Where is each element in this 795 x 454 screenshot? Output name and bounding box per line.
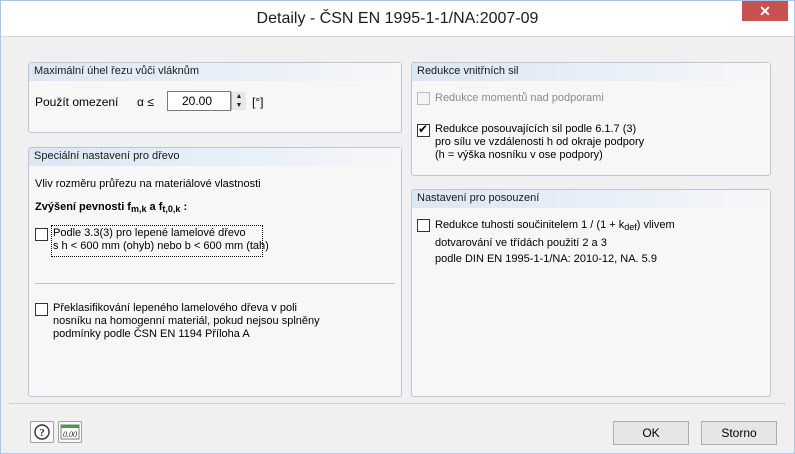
spin-up-icon[interactable]: ▲ [232, 92, 246, 101]
svg-text:0.00: 0.00 [63, 430, 77, 439]
angle-limit-input[interactable]: 20.00 [167, 91, 231, 111]
spin-down-icon[interactable]: ▼ [232, 101, 246, 110]
stiffness-reduction-label[interactable]: Redukce tuhosti součinitelem 1 / (1 + kd… [435, 217, 675, 267]
strength-increase-label: Zvýšení pevnosti fm,k a ft,0,k : [35, 201, 188, 214]
angle-limit-value: 20.00 [181, 94, 212, 108]
moment-reduction-checkbox[interactable] [417, 92, 430, 105]
shear-reduction-checkbox[interactable] [417, 122, 430, 137]
glulam-size-label[interactable]: Podle 3.3(3) pro lepené lamelové dřevo s… [53, 227, 269, 253]
close-button[interactable]: ✕ [742, 1, 788, 21]
stiffness-reduction-checkbox[interactable] [417, 219, 430, 232]
title-bar: Detaily - ČSN EN 1995-1-1/NA:2007-09 ✕ [1, 1, 794, 37]
units-button[interactable]: 0.00 [58, 421, 82, 443]
decimal-places-icon: 0.00 [60, 424, 80, 440]
angle-unit-label: [°] [252, 95, 264, 109]
ok-button[interactable]: OK [613, 421, 689, 445]
use-limit-label: Použít omezení [35, 95, 119, 109]
reclassify-glulam-label[interactable]: Překlasifikování lepeného lamelového dře… [53, 302, 320, 341]
footer-separator [9, 403, 786, 404]
angle-group-header: Maximální úhel řezu vůči vláknům [29, 63, 401, 81]
help-button[interactable]: ? [30, 421, 54, 443]
alpha-symbol-label: α ≤ [137, 95, 154, 109]
reclassify-glulam-checkbox[interactable] [35, 303, 48, 316]
window-title: Detaily - ČSN EN 1995-1-1/NA:2007-09 [256, 10, 539, 27]
glulam-size-checkbox[interactable] [35, 228, 48, 241]
wood-group-divider [35, 283, 395, 284]
dialog-window: Detaily - ČSN EN 1995-1-1/NA:2007-09 ✕ M… [0, 0, 795, 454]
shear-reduction-label[interactable]: Redukce posouvajících sil podle 6.1.7 (3… [435, 123, 644, 162]
forces-group-header: Redukce vnitřních sil [412, 63, 770, 81]
moment-reduction-label: Redukce momentů nad podporami [435, 92, 604, 104]
assessment-group-header: Nastavení pro posouzení [412, 190, 770, 208]
wood-group-header: Speciální nastavení pro dřevo [29, 148, 401, 166]
cancel-button[interactable]: Storno [701, 421, 777, 445]
size-influence-label: Vliv rozměru průřezu na materiálové vlas… [35, 178, 261, 190]
svg-text:?: ? [39, 427, 45, 439]
angle-spinner[interactable]: ▲ ▼ [231, 92, 246, 110]
help-icon: ? [34, 424, 50, 440]
